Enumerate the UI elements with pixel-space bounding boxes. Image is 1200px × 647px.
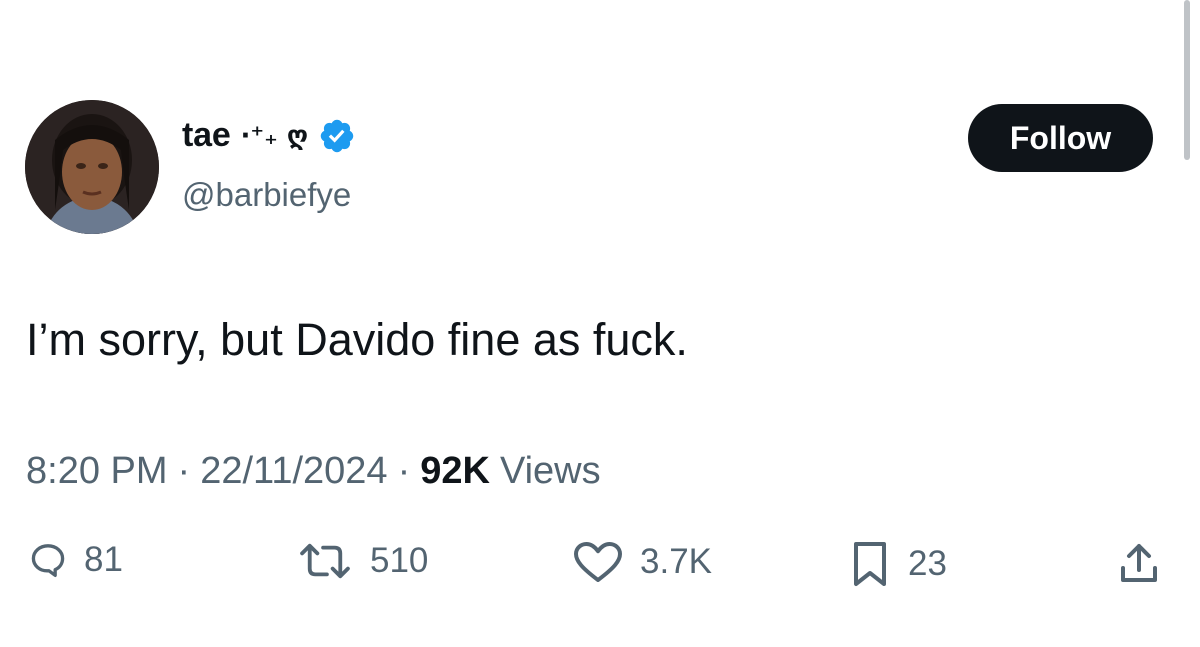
share-button[interactable] (1113, 540, 1165, 588)
repost-icon (300, 543, 350, 579)
avatar-image (25, 100, 159, 234)
avatar[interactable] (25, 100, 159, 234)
bookmark-button[interactable]: 23 (848, 540, 947, 588)
bookmark-count: 23 (908, 544, 947, 583)
heart-icon (574, 542, 622, 582)
repost-count: 510 (370, 541, 429, 580)
views-label: Views (499, 450, 601, 492)
meta-separator: · (397, 450, 411, 492)
share-icon (1121, 544, 1157, 582)
meta-separator: · (177, 450, 191, 492)
author-name-decoration: ·⁺₊ ღ (240, 120, 309, 151)
repost-button[interactable]: 510 (296, 540, 428, 582)
tweet-date[interactable]: 22/11/2024 (200, 450, 387, 493)
scrollbar[interactable] (1184, 0, 1190, 160)
bookmark-icon (854, 542, 886, 586)
views-count: 92K (420, 450, 490, 492)
reply-button[interactable]: 81 (28, 540, 123, 580)
tweet-time[interactable]: 8:20 PM (26, 450, 168, 493)
author-name-row: tae ·⁺₊ ღ (182, 116, 356, 155)
reply-icon (31, 544, 65, 577)
author-display-name[interactable]: tae (182, 116, 231, 155)
follow-button[interactable]: Follow (968, 104, 1153, 172)
like-button[interactable]: 3.7K (572, 540, 712, 584)
author-handle[interactable]: @barbiefye (182, 176, 351, 214)
tweet-text: I’m sorry, but Davido fine as fuck. (26, 314, 688, 365)
verified-badge-icon (320, 119, 354, 152)
reply-count: 81 (84, 540, 123, 579)
like-count: 3.7K (640, 542, 712, 581)
tweet-meta: 8:20 PM · 22/11/2024 · 92K Views (26, 450, 601, 493)
